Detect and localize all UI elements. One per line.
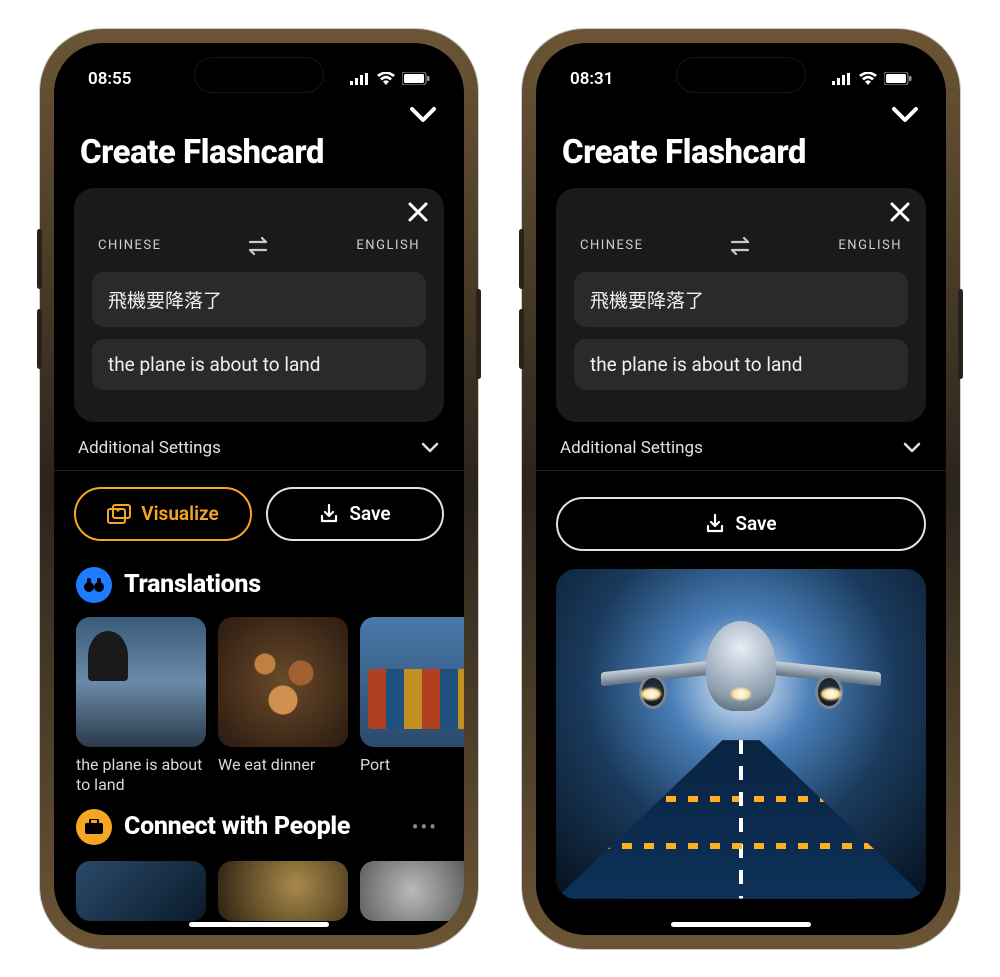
target-text-input[interactable]: the plane is about to land — [92, 339, 426, 390]
save-label: Save — [735, 512, 776, 535]
translation-thumbnail — [360, 617, 464, 747]
notch — [676, 57, 806, 93]
phone-frame-right: 08:31 Create Flashcard CHINESE ENGLISH — [522, 29, 960, 949]
chevron-down-icon — [420, 442, 440, 454]
more-icon[interactable]: ••• — [412, 815, 442, 839]
status-time: 08:31 — [570, 69, 613, 89]
collapse-chevron-row — [536, 97, 946, 129]
save-label: Save — [349, 502, 390, 525]
save-button[interactable]: Save — [266, 487, 444, 541]
lang-from-label[interactable]: CHINESE — [98, 238, 162, 253]
cell-signal-icon — [832, 73, 852, 85]
translations-icon-badge — [76, 567, 112, 603]
connect-card[interactable] — [76, 861, 206, 921]
swap-icon — [728, 236, 754, 256]
swap-languages-button[interactable] — [246, 236, 272, 256]
translation-card[interactable]: Port — [360, 617, 464, 795]
translation-label: Port — [360, 755, 464, 775]
status-icons — [832, 72, 912, 85]
connect-card[interactable] — [360, 861, 464, 921]
translation-thumbnail — [218, 617, 348, 747]
translations-heading: Translations — [124, 570, 442, 599]
additional-settings-label: Additional Settings — [78, 438, 221, 458]
images-icon — [107, 504, 131, 524]
collapse-chevron-row — [54, 97, 464, 129]
translation-card[interactable]: the plane is about to land — [76, 617, 206, 795]
swap-languages-button[interactable] — [728, 236, 754, 256]
connect-card[interactable] — [218, 861, 348, 921]
lang-from-label[interactable]: CHINESE — [580, 238, 644, 253]
phone-frame-left: 08:55 Create Flashcard CHINESE ENGLISH — [40, 29, 478, 949]
translations-section-header: Translations — [54, 541, 464, 613]
close-icon — [888, 200, 912, 224]
flashcard-panel: CHINESE ENGLISH 飛機要降落了 the plane is abou… — [74, 188, 444, 422]
connect-section-header: Connect with People ••• — [54, 795, 464, 855]
additional-settings-label: Additional Settings — [560, 438, 703, 458]
screen-right: 08:31 Create Flashcard CHINESE ENGLISH — [536, 43, 946, 935]
chevron-down-icon[interactable] — [890, 105, 920, 125]
additional-settings-row[interactable]: Additional Settings — [54, 422, 464, 471]
visualize-label: Visualize — [141, 502, 218, 525]
source-text-input[interactable]: 飛機要降落了 — [92, 272, 426, 327]
save-icon — [705, 514, 725, 534]
translations-list[interactable]: the plane is about to land We eat dinner… — [54, 613, 464, 795]
save-icon — [319, 504, 339, 524]
status-icons — [350, 72, 430, 85]
chevron-down-icon — [902, 442, 922, 454]
close-button[interactable] — [888, 200, 912, 224]
save-button[interactable]: Save — [556, 497, 926, 551]
connect-icon-badge — [76, 809, 112, 845]
swap-icon — [246, 236, 272, 256]
status-time: 08:55 — [88, 69, 131, 89]
flashcard-panel: CHINESE ENGLISH 飛機要降落了 the plane is abou… — [556, 188, 926, 422]
translation-label: We eat dinner — [218, 755, 348, 775]
connect-heading: Connect with People — [124, 812, 400, 841]
source-text-input[interactable]: 飛機要降落了 — [574, 272, 908, 327]
binoculars-icon — [83, 577, 105, 593]
close-button[interactable] — [406, 200, 430, 224]
target-text-input[interactable]: the plane is about to land — [574, 339, 908, 390]
chevron-down-icon[interactable] — [408, 105, 438, 125]
screen-left: 08:55 Create Flashcard CHINESE ENGLISH — [54, 43, 464, 935]
close-icon — [406, 200, 430, 224]
visualized-image[interactable] — [556, 569, 926, 899]
translation-label: the plane is about to land — [76, 755, 206, 795]
connect-list[interactable] — [54, 855, 464, 921]
battery-icon — [402, 72, 430, 85]
page-title: Create Flashcard — [536, 129, 946, 188]
visualize-button[interactable]: Visualize — [74, 487, 252, 541]
translation-thumbnail — [76, 617, 206, 747]
battery-icon — [884, 72, 912, 85]
home-indicator — [671, 922, 811, 927]
notch — [194, 57, 324, 93]
translation-card[interactable]: We eat dinner — [218, 617, 348, 795]
home-indicator — [189, 922, 329, 927]
wifi-icon — [377, 72, 395, 85]
additional-settings-row[interactable]: Additional Settings — [536, 422, 946, 471]
wifi-icon — [859, 72, 877, 85]
lang-to-label[interactable]: ENGLISH — [838, 238, 902, 253]
page-title: Create Flashcard — [54, 129, 464, 188]
briefcase-icon — [84, 819, 104, 835]
lang-to-label[interactable]: ENGLISH — [356, 238, 420, 253]
cell-signal-icon — [350, 73, 370, 85]
